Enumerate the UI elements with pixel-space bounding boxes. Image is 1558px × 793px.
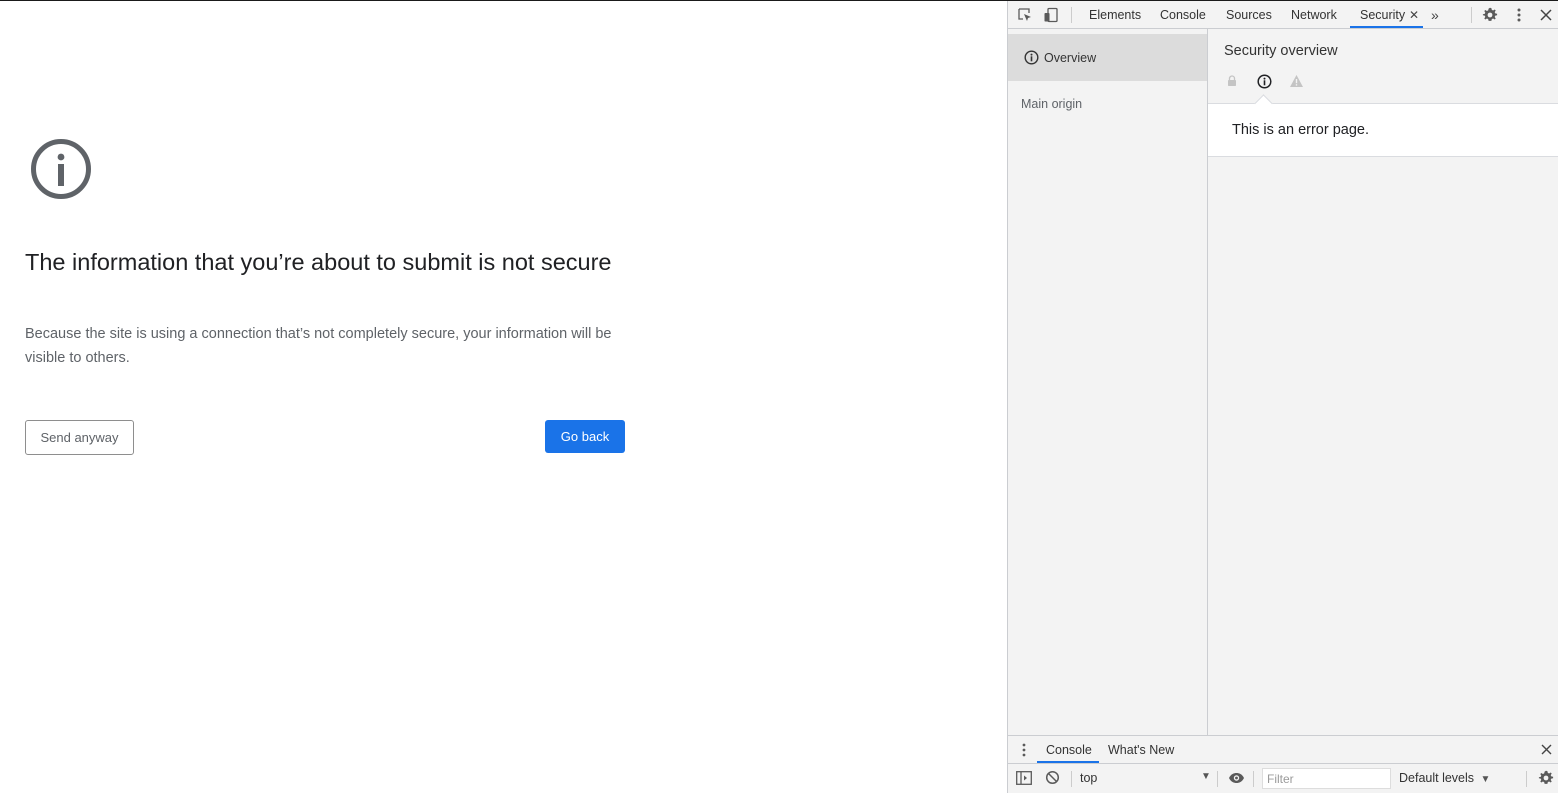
drawer-tabbar: Console What's New	[1008, 735, 1558, 763]
toolbar-separator	[1471, 7, 1472, 23]
devtools-toolbar: Elements Console Sources Network Securit…	[1008, 1, 1558, 29]
close-tab-icon[interactable]: ✕	[1409, 1, 1419, 29]
toolbar-separator	[1526, 771, 1527, 787]
eye-icon[interactable]	[1228, 772, 1245, 787]
interstitial-page: The information that you’re about to sub…	[0, 1, 1007, 793]
tab-elements[interactable]: Elements	[1089, 1, 1141, 28]
log-levels-label: Default levels	[1399, 771, 1475, 785]
toolbar-separator	[1071, 7, 1072, 23]
show-sidebar-icon[interactable]	[1016, 771, 1032, 788]
lock-icon	[1224, 73, 1240, 89]
log-levels-dropdown[interactable]: Default levels ▼	[1399, 771, 1490, 785]
drawer-tab-whats-new[interactable]: What's New	[1108, 736, 1174, 763]
chevron-down-icon: ▼	[1201, 771, 1211, 782]
tab-sources[interactable]: Sources	[1226, 1, 1272, 28]
security-overview-panel: Security overview This is an error page.	[1208, 29, 1558, 735]
tab-network[interactable]: Network	[1291, 1, 1337, 28]
info-icon	[1256, 73, 1272, 89]
context-selector[interactable]: top	[1080, 771, 1210, 785]
security-summary-text: This is an error page.	[1232, 122, 1370, 138]
summary-pointer	[1254, 94, 1273, 113]
toolbar-separator	[1217, 771, 1218, 787]
device-toolbar-icon[interactable]	[1042, 6, 1060, 24]
info-circle-icon	[31, 139, 91, 199]
more-tabs-icon[interactable]: »	[1431, 1, 1439, 29]
page-description: Because the site is using a connection t…	[25, 326, 612, 366]
toolbar-separator	[1071, 771, 1072, 787]
toolbar-separator	[1253, 771, 1254, 787]
inspect-element-icon[interactable]	[1016, 6, 1034, 24]
sidebar-item-overview[interactable]: Overview	[1008, 34, 1207, 81]
sidebar-item-main-origin[interactable]: Main origin	[1021, 97, 1082, 111]
security-overview-title: Security overview	[1224, 43, 1338, 59]
tab-console[interactable]: Console	[1160, 1, 1206, 28]
chevron-down-icon: ▼	[1480, 774, 1491, 785]
devtools-panel: Elements Console Sources Network Securit…	[1007, 1, 1558, 793]
info-icon	[1024, 50, 1039, 65]
console-settings-gear-icon[interactable]	[1538, 770, 1554, 789]
go-back-button[interactable]: Go back	[545, 420, 625, 453]
drawer-menu-icon[interactable]	[1022, 743, 1026, 760]
filter-input[interactable]	[1262, 768, 1391, 789]
close-drawer-icon[interactable]	[1541, 744, 1552, 758]
page-headline: The information that you’re about to sub…	[25, 249, 612, 275]
security-summary-box: This is an error page.	[1208, 94, 1558, 157]
security-sidebar: Overview Main origin	[1008, 29, 1208, 735]
sidebar-item-label: Overview	[1044, 50, 1097, 65]
console-toolbar: top ▼ Default levels ▼	[1008, 763, 1558, 793]
send-anyway-button[interactable]: Send anyway	[25, 420, 134, 455]
clear-console-icon[interactable]	[1045, 770, 1060, 788]
drawer-tab-console[interactable]: Console	[1037, 736, 1099, 763]
close-devtools-icon[interactable]	[1537, 6, 1555, 24]
gear-icon[interactable]	[1481, 6, 1499, 24]
warning-icon	[1288, 73, 1304, 89]
more-options-icon[interactable]	[1510, 6, 1528, 24]
